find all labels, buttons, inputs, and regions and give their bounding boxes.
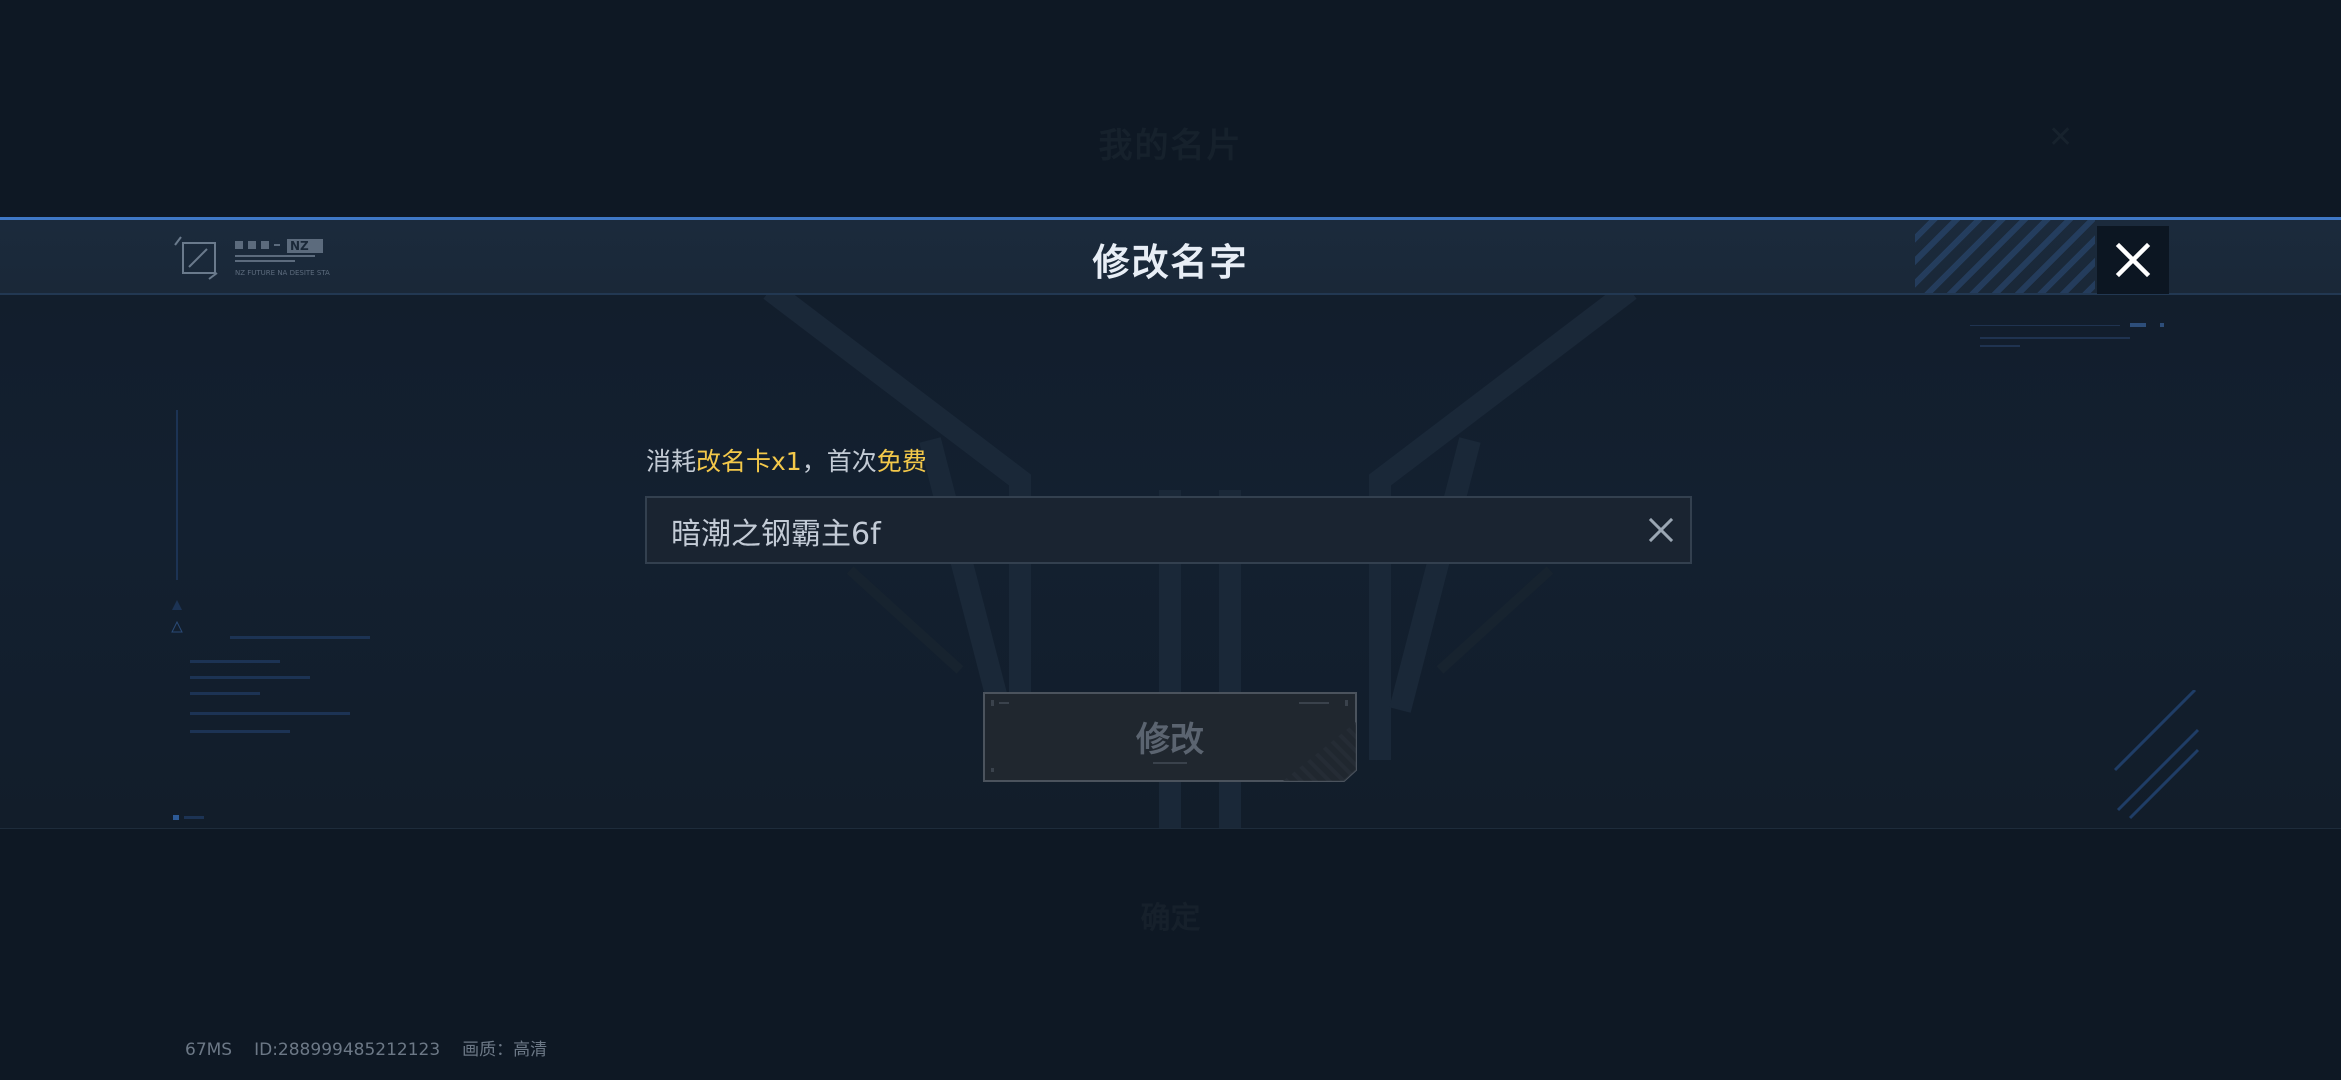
latency-readout: 67MS [185, 1040, 233, 1060]
background-title: 我的名片 [1098, 126, 1243, 166]
dialog-title: 修改名字 [1092, 241, 1249, 284]
decorative-data-lines [171, 410, 370, 820]
name-field [645, 496, 1692, 564]
rename-cost-text: 消耗改名卡x1，首次免费 [646, 442, 927, 478]
status-bar: 67MS ID:288999485212123 画质：高清 [185, 1035, 569, 1060]
close-icon [2115, 242, 2151, 278]
rename-screen: 我的名片 ✕ 确定 NZ NZ FUTURE NA DESITE STA 修改名… [0, 0, 2341, 1080]
modify-button-label: 修改 [1136, 720, 1204, 760]
player-id: ID:288999485212123 [254, 1040, 441, 1060]
rename-dialog: NZ NZ FUTURE NA DESITE STA 修改名字 消耗改名卡x1，… [0, 217, 2341, 829]
cost-prefix: 消耗 [646, 447, 697, 476]
cost-separator: ，首次 [801, 447, 877, 476]
dialog-header: NZ NZ FUTURE NA DESITE STA 修改名字 [0, 220, 2341, 295]
background-confirm-label: 确定 [1140, 901, 1201, 936]
background-close-icon: ✕ [2048, 120, 2074, 155]
name-input[interactable] [669, 498, 1633, 564]
rename-card-cost: 改名卡x1 [696, 447, 802, 476]
modify-button[interactable]: 修改 [983, 692, 1357, 782]
decorative-diagonal-lines [2113, 690, 2200, 820]
quality-setting: 画质：高清 [462, 1040, 548, 1060]
close-button[interactable] [2097, 226, 2169, 294]
clear-icon[interactable] [1646, 515, 1676, 545]
free-label: 免费 [876, 447, 927, 476]
decorative-tech-text [1970, 323, 2164, 347]
